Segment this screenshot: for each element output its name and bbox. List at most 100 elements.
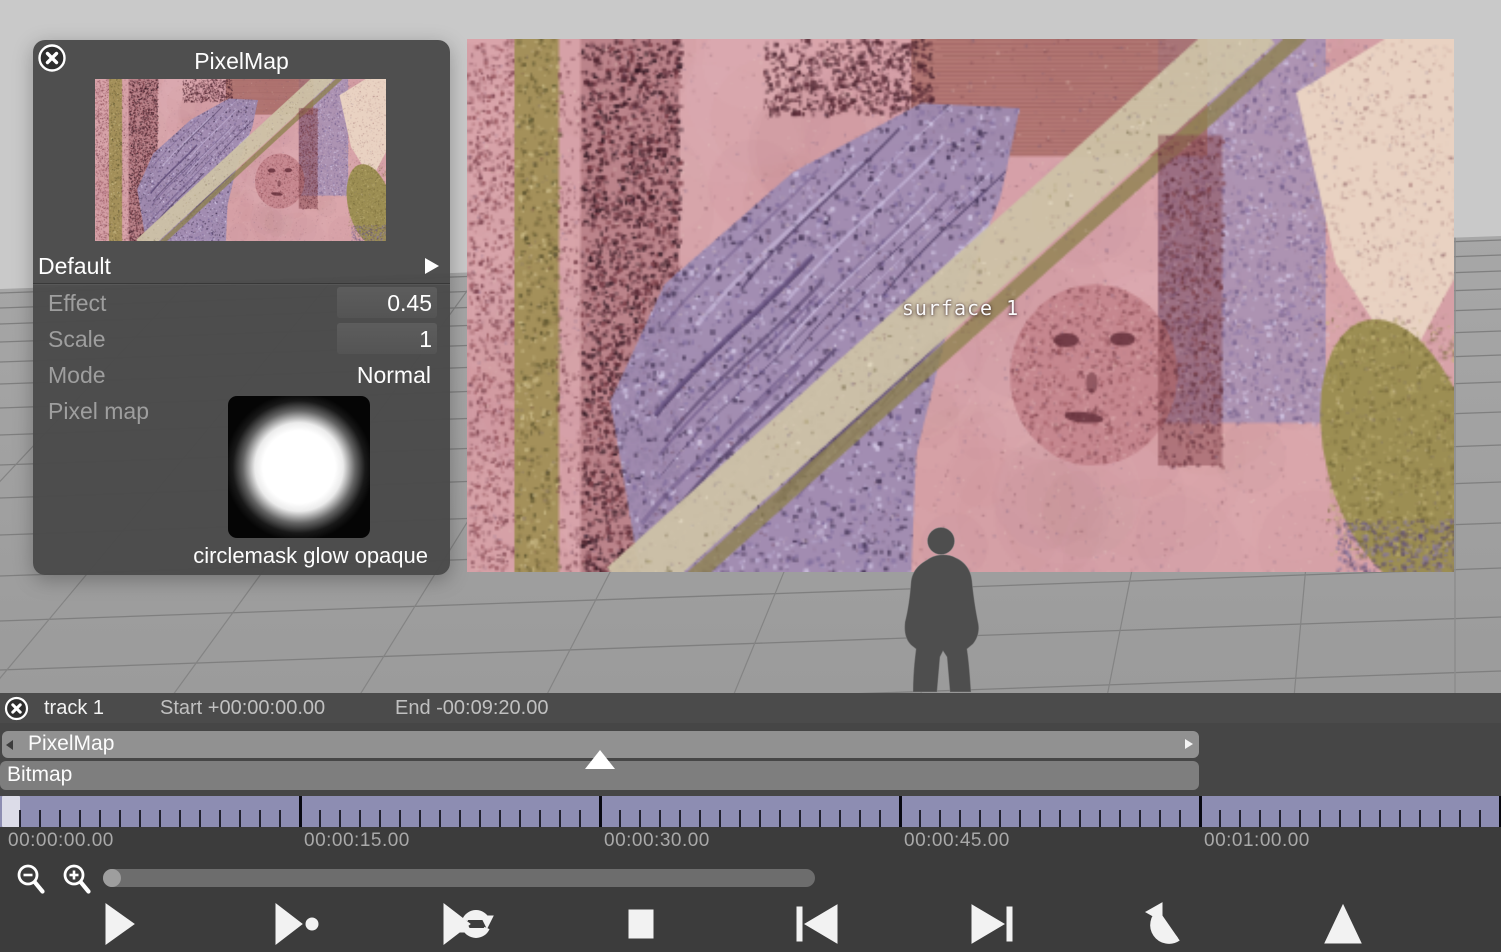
ruler-tick-minor	[319, 810, 321, 827]
effect-label: Effect	[48, 290, 106, 317]
ruler-tick-minor	[879, 810, 881, 827]
zoom-in-button[interactable]	[60, 862, 96, 898]
up-triangle-icon	[1325, 905, 1361, 943]
ruler-tick-minor	[1419, 810, 1421, 827]
ruler-tick-minor	[1059, 810, 1061, 827]
mode-value-dropdown[interactable]: Normal	[357, 362, 431, 389]
track-end-time: End -00:09:20.00	[395, 693, 548, 723]
preset-selector[interactable]: Default	[33, 248, 450, 284]
zoom-out-button[interactable]	[14, 862, 50, 898]
ruler-tick-minor	[519, 810, 521, 827]
ruler-timestamp: 00:01:00.00	[1204, 830, 1310, 852]
ruler-tick-minor	[19, 810, 21, 827]
ruler-tick-minor	[379, 810, 381, 827]
pixel-map-label: Pixel map	[48, 398, 149, 425]
ruler-tick-minor	[1379, 810, 1381, 827]
play-to-marker-button[interactable]	[262, 899, 330, 949]
loop-play-button[interactable]	[436, 899, 504, 949]
ruler-tick-minor	[1299, 810, 1301, 827]
ruler-tick-minor	[719, 810, 721, 827]
timeline-scrollbar[interactable]	[103, 869, 815, 887]
scrollbar-handle[interactable]	[103, 869, 121, 887]
ruler-tick-minor	[1339, 810, 1341, 827]
playhead[interactable]	[2, 796, 20, 827]
chevron-left-icon	[6, 740, 13, 750]
stop-button[interactable]	[607, 899, 675, 949]
launch-button[interactable]	[1309, 899, 1377, 949]
ruler-tick-minor	[959, 810, 961, 827]
ruler-tick-minor	[639, 810, 641, 827]
ruler-tick-minor	[339, 810, 341, 827]
ruler-tick-minor	[359, 810, 361, 827]
ruler-tick-minor	[819, 810, 821, 827]
ruler-tick-major	[599, 796, 602, 827]
ruler-tick-minor	[259, 810, 261, 827]
projection-surface[interactable]: surface 1	[467, 39, 1454, 572]
pixel-map-thumbnail[interactable]	[228, 396, 370, 538]
ruler-tick-minor	[1179, 810, 1181, 827]
ruler-tick-minor	[699, 810, 701, 827]
ruler-tick-minor	[119, 810, 121, 827]
ruler-tick-minor	[779, 810, 781, 827]
ruler-tick-minor	[279, 810, 281, 827]
effect-value-field[interactable]: 0.45	[337, 287, 437, 318]
mode-label: Mode	[48, 362, 106, 389]
ruler-tick-minor	[39, 810, 41, 827]
surface-name-label: surface 1	[902, 296, 1019, 320]
stop-icon	[629, 910, 653, 938]
timeline-console: track 1 Start +00:00:00.00 End -00:09:20…	[0, 693, 1501, 952]
play-dot-icon	[262, 899, 330, 949]
ruler-tick-minor	[1079, 810, 1081, 827]
ruler-tick-minor	[919, 810, 921, 827]
scale-label: Scale	[48, 326, 106, 353]
ruler-tick-minor	[1479, 810, 1481, 827]
ruler-tick-minor	[99, 810, 101, 827]
ruler-tick-minor	[659, 810, 661, 827]
skip-to-start-button[interactable]	[783, 899, 851, 949]
ruler-tick-minor	[439, 810, 441, 827]
ruler-timestamp: 00:00:45.00	[904, 830, 1010, 852]
ruler-tick-major	[299, 796, 302, 827]
skip-start-icon	[783, 899, 851, 949]
pixelmap-panel: PixelMap Default Effect 0.45 Scale 1 Mod…	[33, 40, 450, 575]
ruler-tick-minor	[1399, 810, 1401, 827]
ruler-tick-minor	[1459, 810, 1461, 827]
ruler-tick-minor	[59, 810, 61, 827]
magnifier-plus-icon	[65, 866, 89, 892]
keyframe-marker[interactable]	[585, 750, 615, 769]
ruler-tick-minor	[419, 810, 421, 827]
track-start-time: Start +00:00:00.00	[160, 693, 325, 723]
return-to-start-button[interactable]	[1133, 899, 1201, 949]
panel-title: PixelMap	[33, 48, 450, 75]
scale-value-field[interactable]: 1	[337, 323, 437, 354]
effect-preview-thumbnail[interactable]	[95, 79, 386, 241]
ruler-tick-minor	[1119, 810, 1121, 827]
ruler-tick-minor	[839, 810, 841, 827]
ruler-timestamp: 00:00:15.00	[304, 830, 410, 852]
ruler-tick-major	[899, 796, 902, 827]
ruler-tick-minor	[579, 810, 581, 827]
ruler-tick-minor	[1259, 810, 1261, 827]
track-close-button[interactable]	[4, 696, 29, 721]
expand-arrow-icon	[425, 258, 439, 274]
play-button[interactable]	[84, 899, 152, 949]
ruler-timestamp: 00:00:30.00	[604, 830, 710, 852]
ruler-tick-minor	[1039, 810, 1041, 827]
timeline-ruler[interactable]	[0, 796, 1501, 827]
ruler-tick-minor	[1019, 810, 1021, 827]
ruler-tick-minor	[619, 810, 621, 827]
track-header: track 1 Start +00:00:00.00 End -00:09:20…	[0, 693, 1501, 723]
ruler-tick-minor	[1099, 810, 1101, 827]
clip-label: PixelMap	[28, 732, 114, 755]
chevron-right-icon	[1185, 739, 1193, 749]
play-icon	[106, 904, 134, 944]
ruler-tick-minor	[1239, 810, 1241, 827]
ruler-tick-minor	[159, 810, 161, 827]
ruler-tick-minor	[539, 810, 541, 827]
ruler-tick-minor	[859, 810, 861, 827]
ruler-timestamp: 00:00:00.00	[8, 830, 114, 852]
play-loop-icon	[436, 899, 504, 949]
ruler-tick-minor	[979, 810, 981, 827]
preset-name: Default	[38, 248, 111, 284]
skip-to-end-button[interactable]	[958, 899, 1026, 949]
